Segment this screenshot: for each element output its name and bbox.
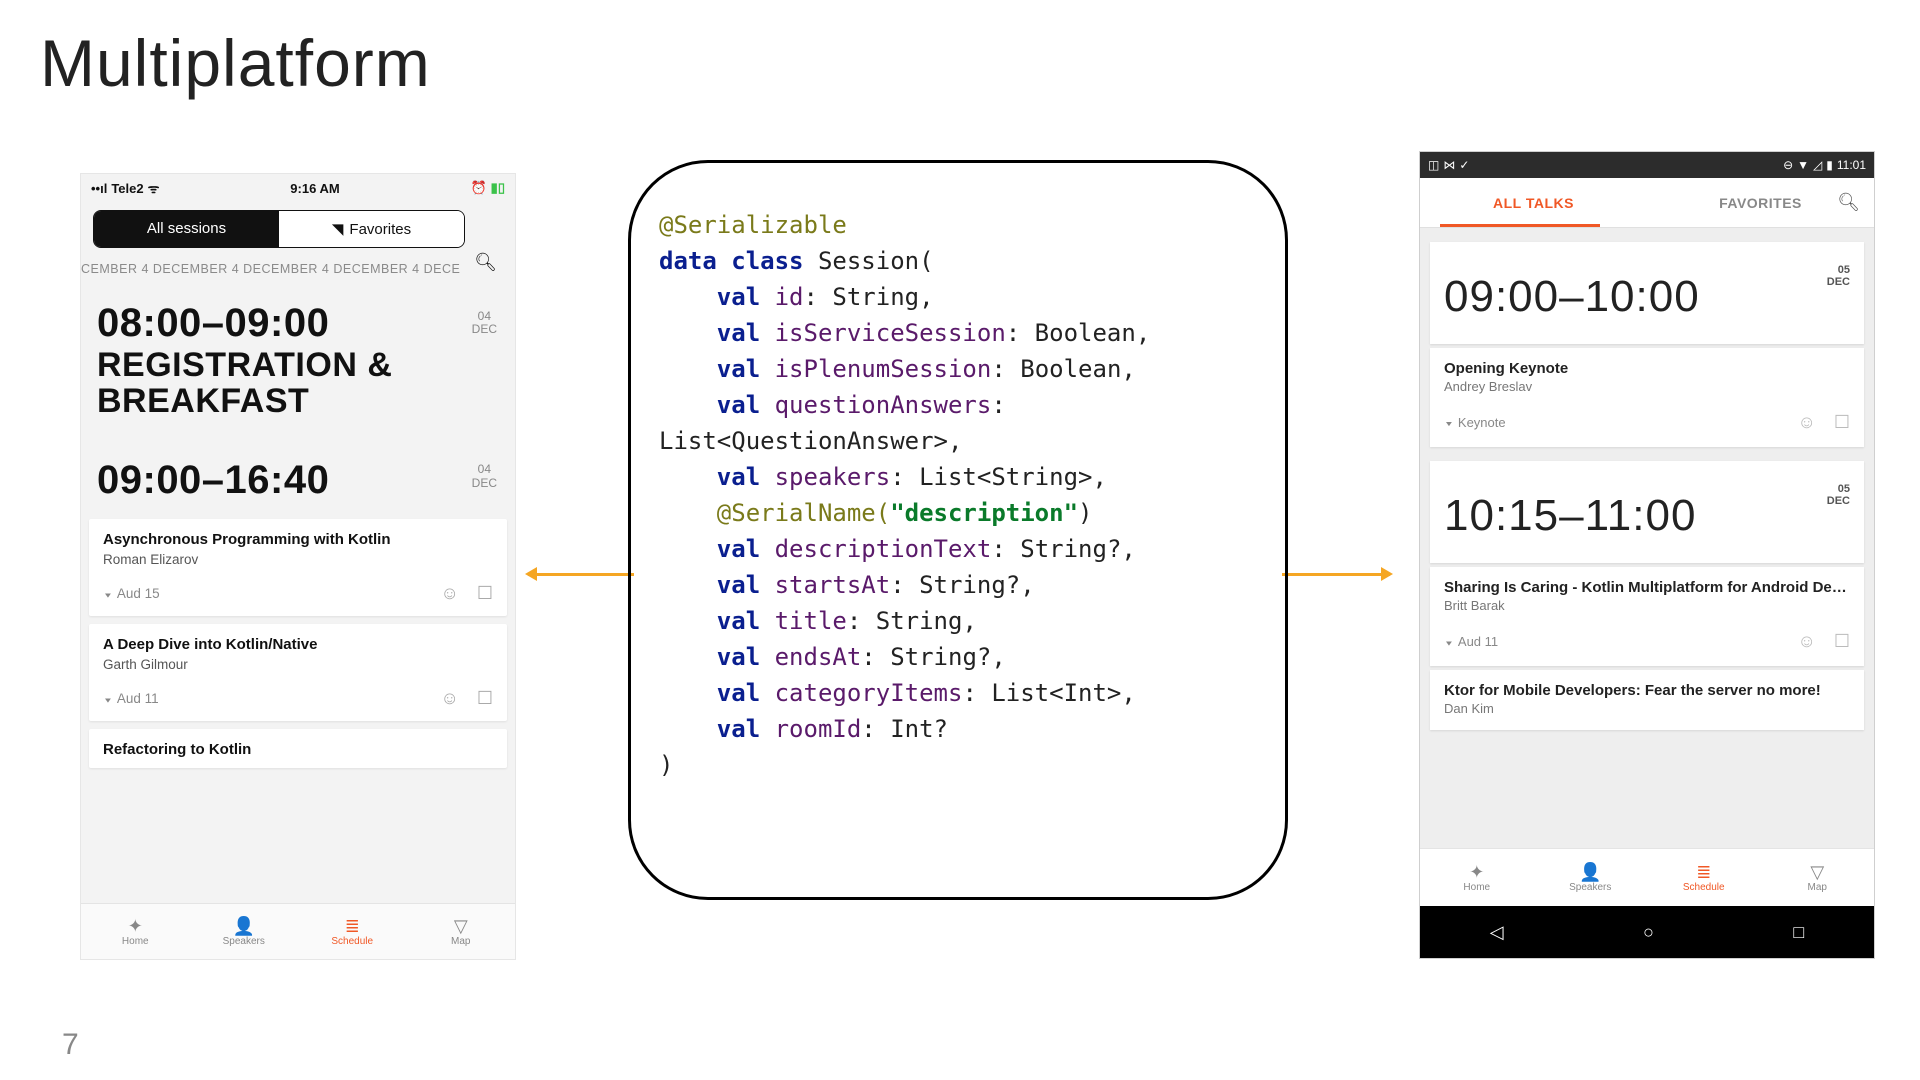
arrow-left — [528, 573, 634, 576]
time-range: 08:00–09:00 — [97, 302, 499, 344]
clock-label: 9:16 AM — [290, 181, 339, 196]
ios-status-bar: ••ıl Tele2 ᯤ 9:16 AM ⏰ ▮▯ — [81, 174, 515, 202]
room-label: ▼Aud 11 — [103, 691, 159, 706]
bookmark-icon[interactable]: ☐ — [1834, 631, 1850, 652]
session-title: Ktor for Mobile Developers: Fear the ser… — [1444, 682, 1850, 699]
session-title: Asynchronous Programming with Kotlin — [103, 531, 493, 548]
room-label: ▼Keynote — [1444, 415, 1506, 430]
carrier-label: Tele2 — [111, 181, 143, 196]
arrow-right — [1282, 573, 1390, 576]
time-header: 05DEC 10:15–11:00 — [1430, 461, 1864, 563]
time-header: 05DEC 09:00–10:00 — [1430, 242, 1864, 344]
session-title: Opening Keynote — [1444, 360, 1850, 377]
tab-home[interactable]: ✦Home — [81, 904, 190, 959]
slide-title: Multiplatform — [40, 25, 431, 101]
alarm-icon: ⏰ — [470, 180, 486, 196]
session-title: Refactoring to Kotlin — [103, 741, 493, 758]
android-status-bar: ◫ ⋈ ✓ ⊖ ▼ ◿ ▮ 11:01 — [1420, 152, 1874, 178]
status-icon: ◫ — [1428, 158, 1439, 172]
bookmark-icon[interactable]: ☐ — [477, 688, 493, 709]
chevron-down-icon: ▼ — [103, 697, 113, 705]
android-nav-bar[interactable]: ◁ ○ □ — [1420, 906, 1874, 958]
bottom-tab-bar[interactable]: ✦Home 👤Speakers ≣Schedule ▽Map — [81, 903, 515, 959]
smile-icon[interactable]: ☺ — [440, 583, 458, 604]
signal-icon: ••ıl — [91, 181, 107, 196]
map-icon: ▽ — [1810, 862, 1824, 882]
speaker-name: Britt Barak — [1444, 598, 1850, 613]
tab-indicator — [1440, 224, 1600, 227]
date-month: DEC — [472, 477, 497, 490]
tab-speakers[interactable]: 👤Speakers — [1534, 849, 1648, 906]
tab-schedule[interactable]: ≣Schedule — [298, 904, 407, 959]
schedule-icon: ≣ — [345, 916, 360, 936]
overview-icon[interactable]: □ — [1793, 922, 1804, 943]
speaker-name: Garth Gilmour — [103, 657, 493, 672]
session-title-line2: BREAKFAST — [97, 384, 499, 420]
home-icon: ✦ — [1469, 862, 1484, 882]
session-title: Sharing Is Caring - Kotlin Multiplatform… — [1444, 579, 1850, 596]
page-number: 7 — [62, 1028, 79, 1062]
speakers-icon: 👤 — [233, 916, 255, 936]
wifi-icon: ▼ — [1797, 158, 1809, 172]
smile-icon[interactable]: ☺ — [440, 688, 458, 709]
signal-icon: ◿ — [1813, 158, 1822, 172]
bookmark-icon: ◥ — [332, 221, 344, 238]
tab-all-talks[interactable]: ALL TALKS — [1420, 178, 1647, 227]
search-icon[interactable]: 🔍︎ — [474, 252, 497, 273]
wifi-icon: ᯤ — [148, 179, 160, 197]
room-label: ▼Aud 15 — [103, 586, 160, 601]
chevron-down-icon: ▼ — [1444, 421, 1454, 429]
chevron-down-icon: ▼ — [103, 592, 113, 600]
home-circle-icon[interactable]: ○ — [1643, 922, 1654, 943]
date-month: DEC — [472, 323, 497, 336]
status-icon: ✓ — [1459, 158, 1469, 172]
speaker-name: Dan Kim — [1444, 701, 1850, 716]
bookmark-icon[interactable]: ☐ — [1834, 412, 1850, 433]
date-day: 04 — [472, 463, 497, 476]
ios-phone-mock: ••ıl Tele2 ᯤ 9:16 AM ⏰ ▮▯ All sessions ◥… — [81, 174, 515, 959]
room-label: ▼Aud 11 — [1444, 634, 1498, 649]
tab-home[interactable]: ✦Home — [1420, 849, 1534, 906]
segment-favorites[interactable]: ◥Favorites — [279, 211, 464, 247]
schedule-icon: ≣ — [1696, 862, 1711, 882]
session-card[interactable]: Opening Keynote Andrey Breslav ▼Keynote … — [1430, 348, 1864, 447]
tab-schedule[interactable]: ≣Schedule — [1647, 849, 1761, 906]
date-scroller[interactable]: CEMBER 4 DECEMBER 4 DECEMBER 4 DECEMBER … — [81, 248, 515, 282]
time-range: 10:15–11:00 — [1444, 491, 1850, 541]
battery-icon: ▮▯ — [491, 180, 505, 196]
android-phone-mock: ◫ ⋈ ✓ ⊖ ▼ ◿ ▮ 11:01 ALL TALKS FAVORITES … — [1420, 152, 1874, 958]
top-tabs[interactable]: ALL TALKS FAVORITES 🔍︎ — [1420, 178, 1874, 228]
battery-icon: ▮ — [1826, 158, 1833, 172]
session-card[interactable]: Sharing Is Caring - Kotlin Multiplatform… — [1430, 567, 1864, 666]
time-range: 09:00–10:00 — [1444, 272, 1850, 322]
tab-speakers[interactable]: 👤Speakers — [190, 904, 299, 959]
chevron-down-icon: ▼ — [1444, 640, 1454, 648]
map-icon: ▽ — [454, 916, 468, 936]
tab-map[interactable]: ▽Map — [407, 904, 516, 959]
session-title: A Deep Dive into Kotlin/Native — [103, 636, 493, 653]
time-range: 09:00–16:40 — [97, 459, 499, 501]
segmented-control[interactable]: All sessions ◥Favorites — [93, 210, 465, 248]
smile-icon[interactable]: ☺ — [1797, 412, 1815, 433]
smile-icon[interactable]: ☺ — [1797, 631, 1815, 652]
dnd-icon: ⊖ — [1783, 158, 1793, 172]
tab-map[interactable]: ▽Map — [1761, 849, 1875, 906]
code-block: @Serializable data class Session( val id… — [628, 160, 1288, 900]
session-card[interactable]: Asynchronous Programming with Kotlin Rom… — [89, 519, 507, 616]
clock-label: 11:01 — [1837, 158, 1866, 172]
bottom-tab-bar[interactable]: ✦Home 👤Speakers ≣Schedule ▽Map — [1420, 848, 1874, 906]
search-icon[interactable]: 🔍︎ — [1837, 192, 1860, 213]
segment-all-sessions[interactable]: All sessions — [94, 211, 279, 247]
session-card[interactable]: Refactoring to Kotlin — [89, 729, 507, 768]
bookmark-icon[interactable]: ☐ — [477, 583, 493, 604]
session-card[interactable]: A Deep Dive into Kotlin/Native Garth Gil… — [89, 624, 507, 721]
session-card[interactable]: Ktor for Mobile Developers: Fear the ser… — [1430, 670, 1864, 730]
home-icon: ✦ — [128, 916, 143, 936]
status-icon: ⋈ — [1443, 158, 1455, 172]
speaker-name: Roman Elizarov — [103, 552, 493, 567]
speaker-name: Andrey Breslav — [1444, 379, 1850, 394]
back-icon[interactable]: ◁ — [1490, 922, 1504, 943]
session-title-line1: REGISTRATION & — [97, 348, 499, 384]
speakers-icon: 👤 — [1579, 862, 1601, 882]
